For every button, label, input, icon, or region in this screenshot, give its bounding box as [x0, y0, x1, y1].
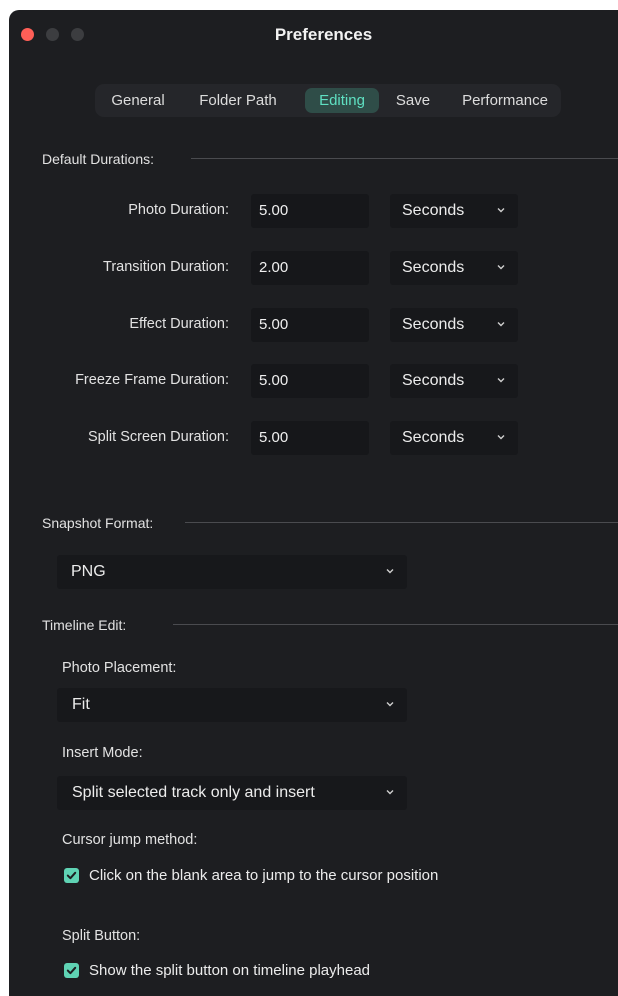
insert-mode-value: Split selected track only and insert [72, 784, 315, 801]
unit-select-value: Seconds [402, 372, 465, 389]
checkmark-icon [66, 966, 77, 974]
checkmark-icon [66, 871, 77, 879]
freeze-frame-duration-label: Freeze Frame Duration: [75, 372, 229, 388]
window-title: Preferences [274, 25, 373, 44]
cursor-jump-checkbox[interactable] [64, 867, 79, 883]
chevron-down-icon [497, 435, 505, 440]
transition-duration-label: Transition Duration: [103, 259, 229, 275]
freeze-frame-duration-input[interactable] [251, 364, 369, 398]
unit-select-value: Seconds [402, 316, 465, 333]
tab-bar: General Folder Path Editing Save Perform… [95, 84, 561, 117]
split-button-label: Split Button: [62, 928, 141, 944]
effect-duration-input[interactable] [251, 308, 369, 342]
chevron-down-icon [386, 569, 394, 574]
photo-duration-label: Photo Duration: [128, 202, 229, 218]
tab-folder-path[interactable]: Folder Path [190, 88, 286, 113]
snapshot-format-heading: Snapshot Format: [42, 515, 154, 531]
photo-duration-unit-select[interactable]: Seconds [390, 194, 518, 228]
unit-select-value: Seconds [402, 429, 465, 446]
split-screen-duration-label: Split Screen Duration: [87, 429, 229, 445]
split-screen-duration-input[interactable] [251, 421, 369, 455]
chevron-down-icon [497, 322, 505, 327]
effect-duration-unit-select[interactable]: Seconds [390, 308, 518, 342]
tab-save[interactable]: Save [389, 88, 437, 113]
chevron-down-icon [497, 265, 505, 270]
effect-duration-label: Effect Duration: [129, 316, 229, 332]
default-durations-heading: Default Durations: [42, 151, 155, 167]
photo-duration-input[interactable] [251, 194, 369, 228]
cursor-jump-checkbox-row[interactable]: Click on the blank area to jump to the c… [64, 865, 438, 885]
tab-editing[interactable]: Editing [305, 88, 379, 113]
freeze-frame-duration-unit-select[interactable]: Seconds [390, 364, 518, 398]
section-divider [191, 158, 618, 159]
split-button-checkbox-row[interactable]: Show the split button on timeline playhe… [64, 960, 370, 980]
preferences-window: Preferences General Folder Path Editing … [9, 10, 618, 996]
split-button-checkbox[interactable] [64, 962, 79, 978]
chevron-down-icon [497, 208, 505, 213]
chevron-down-icon [497, 378, 505, 383]
transition-duration-unit-select[interactable]: Seconds [390, 251, 518, 285]
photo-placement-value: Fit [72, 696, 90, 713]
photo-placement-label: Photo Placement: [62, 660, 177, 676]
insert-mode-label: Insert Mode: [62, 745, 143, 761]
cursor-jump-option-label: Click on the blank area to jump to the c… [89, 866, 439, 884]
snapshot-format-value: PNG [71, 563, 106, 580]
section-divider [173, 624, 618, 625]
insert-mode-select[interactable]: Split selected track only and insert [57, 776, 407, 810]
split-button-option-label: Show the split button on timeline playhe… [89, 961, 371, 979]
chevron-down-icon [386, 790, 394, 795]
tab-general[interactable]: General [105, 88, 171, 113]
title-bar: Preferences [9, 10, 618, 58]
tab-performance[interactable]: Performance [451, 88, 559, 113]
unit-select-value: Seconds [402, 259, 465, 276]
photo-placement-select[interactable]: Fit [57, 688, 407, 722]
chevron-down-icon [386, 702, 394, 707]
unit-select-value: Seconds [402, 202, 465, 219]
transition-duration-input[interactable] [251, 251, 369, 285]
timeline-edit-heading: Timeline Edit: [42, 617, 127, 633]
section-divider [185, 522, 618, 523]
snapshot-format-select[interactable]: PNG [57, 555, 407, 589]
cursor-jump-method-label: Cursor jump method: [62, 832, 198, 848]
split-screen-duration-unit-select[interactable]: Seconds [390, 421, 518, 455]
